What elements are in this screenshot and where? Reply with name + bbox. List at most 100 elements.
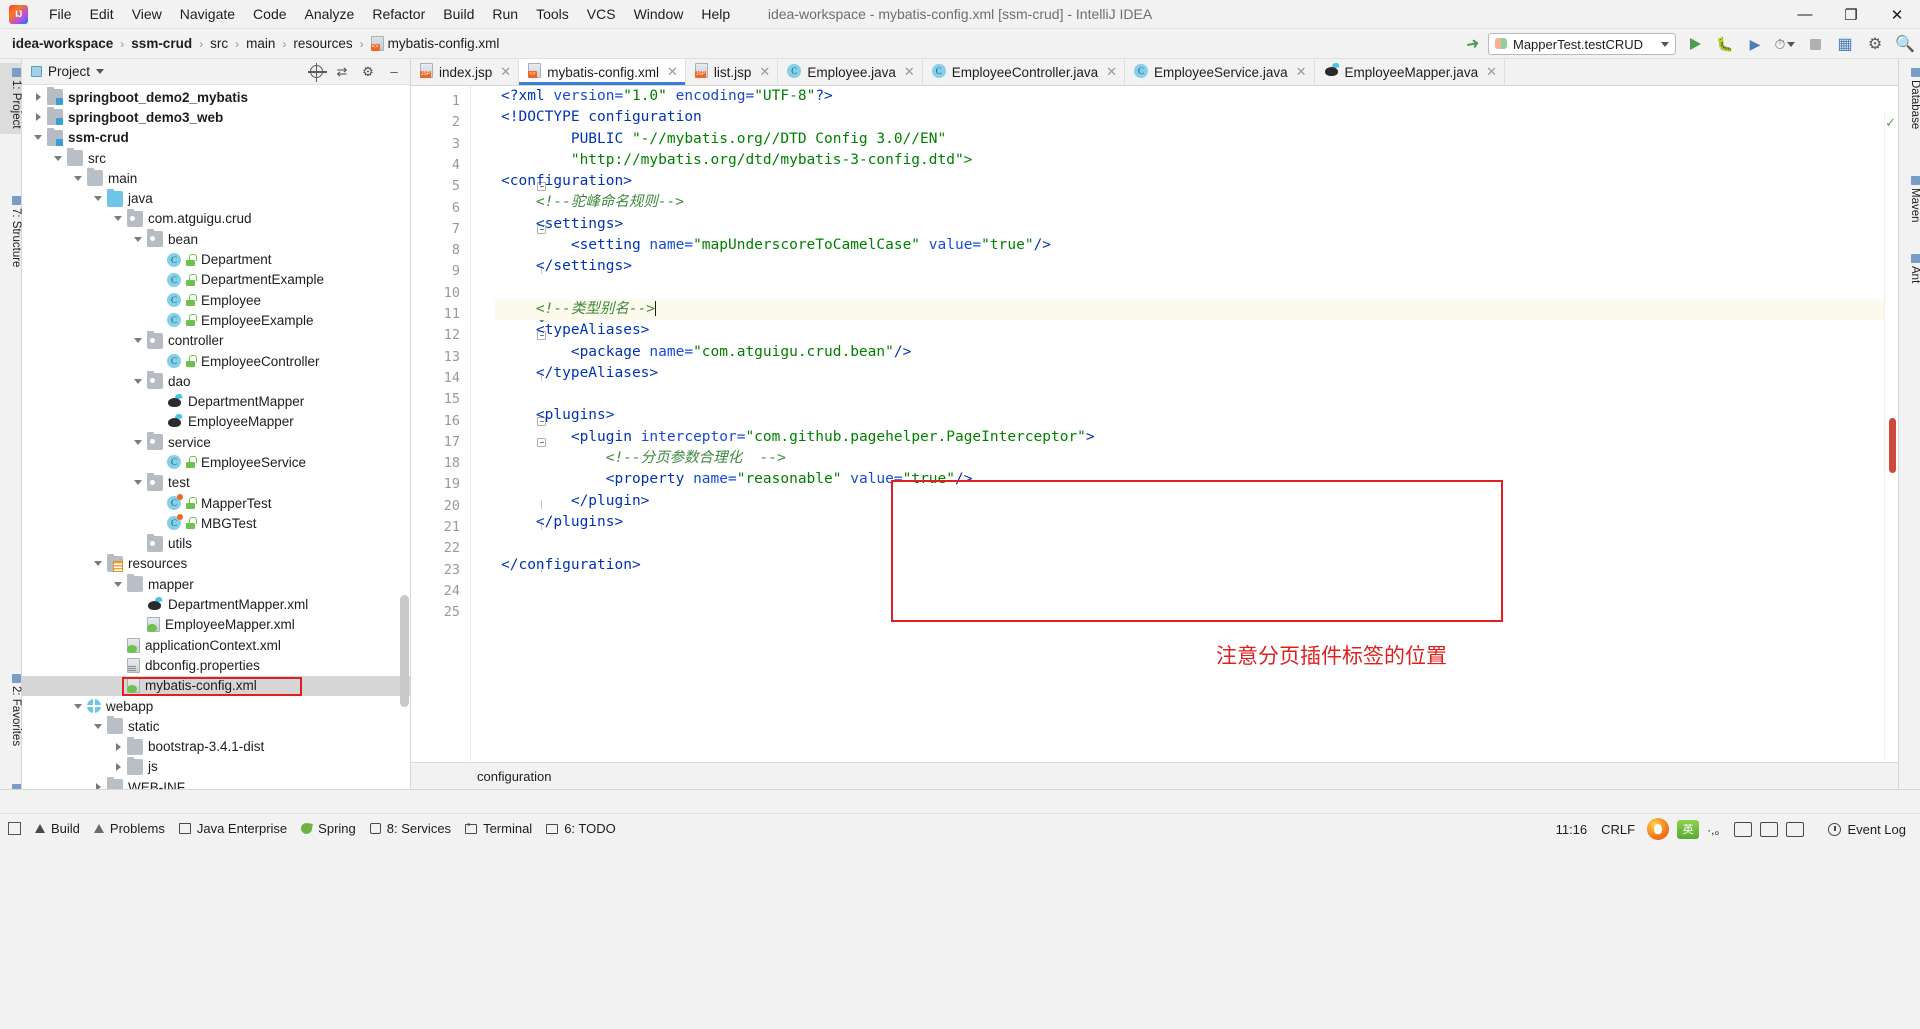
tool-window-button-database[interactable]: Database [1899,63,1920,134]
code-line-16[interactable]: <plugins> [495,405,1898,426]
project-scrollbar[interactable] [400,87,409,791]
gear-icon[interactable]: ⚙ [356,61,380,83]
tree-node-department[interactable]: Department [22,249,410,269]
chevron-right-icon[interactable] [112,760,125,773]
stop-icon[interactable] [1800,29,1830,59]
tool-window-button-2--favorites[interactable]: 2: Favorites [0,669,22,751]
tree-node-employeemapper[interactable]: EmployeeMapper [22,412,410,432]
minimize-button[interactable]: — [1782,0,1828,29]
tree-node-webapp[interactable]: webapp [22,696,410,716]
profile-icon[interactable]: ⏱ [1770,29,1800,59]
tree-node-dao[interactable]: dao [22,371,410,391]
menu-item-navigate[interactable]: Navigate [171,3,244,25]
chevron-down-icon[interactable] [92,557,105,570]
project-scrollbar-thumb[interactable] [400,595,409,707]
code-line-19[interactable]: <property name="reasonable" value="true"… [495,469,1898,490]
chevron-right-icon[interactable] [32,111,45,124]
tree-node-resources[interactable]: resources [22,553,410,574]
menu-item-refactor[interactable]: Refactor [363,3,434,25]
menu-item-vcs[interactable]: VCS [578,3,625,25]
breadcrumb-item-resources[interactable]: resources [289,34,356,53]
code-line-6[interactable]: <!--驼峰命名规则--> [495,192,1898,213]
fold-gutter[interactable]: 💡 [471,86,550,761]
menu-item-code[interactable]: Code [244,3,295,25]
tree-node-java[interactable]: java [22,188,410,208]
tree-node-ssm-crud[interactable]: ssm-crud [22,127,410,148]
editor-scrollbar-thumb[interactable] [1889,418,1896,473]
status-bar-6--todo[interactable]: 6: TODO [546,821,616,836]
status-bar-8--services[interactable]: 8: Services [369,821,451,836]
chevron-down-icon[interactable] [72,700,85,713]
tree-node-employeemapper-xml[interactable]: EmployeeMapper.xml [22,615,410,635]
tree-node-mappertest[interactable]: MapperTest [22,493,410,513]
menu-item-edit[interactable]: Edit [81,3,123,25]
tool-window-button-ant[interactable]: Ant [1899,249,1920,288]
editor-tab-employeemapper-java[interactable]: EmployeeMapper.java ✕ [1314,59,1505,85]
code-line-10[interactable] [495,278,1898,299]
code-line-14[interactable]: </typeAliases> [495,363,1898,384]
chevron-down-icon[interactable] [96,69,105,74]
code-line-20[interactable]: </plugin> [495,491,1898,512]
close-icon[interactable]: ✕ [904,64,915,80]
code-line-8[interactable]: <setting name="mapUnderscoreToCamelCase"… [495,235,1898,256]
code-line-2[interactable]: <!DOCTYPE configuration [495,107,1898,128]
tree-node-employeeservice[interactable]: EmployeeService [22,452,410,472]
tree-node-employee[interactable]: Employee [22,290,410,310]
status-bar-spring[interactable]: Spring [300,821,356,836]
code-line-3[interactable]: PUBLIC "-//mybatis.org//DTD Config 3.0//… [495,129,1898,150]
code-line-17[interactable]: <plugin interceptor="com.github.pagehelp… [495,427,1898,448]
chevron-down-icon[interactable] [132,436,145,449]
tree-node-springboot-demo2-mybatis[interactable]: springboot_demo2_mybatis [22,87,410,107]
code-line-15[interactable] [495,384,1898,405]
breadcrumb-item-idea-workspace[interactable]: idea-workspace [8,34,117,53]
menu-item-tools[interactable]: Tools [527,3,578,25]
tree-node-main[interactable]: main [22,168,410,188]
chevron-down-icon[interactable] [112,212,125,225]
ime-language-badge[interactable]: 英 [1677,819,1700,839]
run-with-coverage-icon[interactable]: ▶ [1740,29,1770,59]
chevron-right-icon[interactable] [32,91,45,104]
ime-keyboard-icon[interactable] [1734,821,1753,837]
project-tree[interactable]: springboot_demo2_mybatis springboot_demo3… [22,85,410,789]
maximize-button[interactable]: ❐ [1828,0,1874,29]
close-icon[interactable]: ✕ [1296,64,1307,80]
editor-tab-mybatis-config-xml[interactable]: mybatis-config.xml ✕ [519,59,686,85]
ime-indicator[interactable]: 英 ·,。 [1647,818,1805,840]
tool-window-button-maven[interactable]: Maven [1899,171,1920,228]
status-bar-build[interactable]: Build [35,821,80,836]
code-line-13[interactable]: <package name="com.atguigu.crud.bean"/> [495,342,1898,363]
menu-item-run[interactable]: Run [483,3,527,25]
tree-node-controller[interactable]: controller [22,330,410,351]
editor-tab-index-jsp[interactable]: index.jsp ✕ [411,59,520,85]
editor-tab-employee-java[interactable]: Employee.java ✕ [778,59,923,85]
menu-item-help[interactable]: Help [692,3,739,25]
menu-item-build[interactable]: Build [434,3,483,25]
chevron-right-icon[interactable] [92,781,105,789]
editor-marker-gutter[interactable]: ✓ [1884,113,1898,761]
menu-item-window[interactable]: Window [625,3,693,25]
menu-item-analyze[interactable]: Analyze [296,3,364,25]
code-line-23[interactable]: </configuration> [495,555,1898,576]
tree-node-bean[interactable]: bean [22,229,410,249]
chevron-down-icon[interactable] [132,334,145,347]
tree-node-js[interactable]: js [22,756,410,777]
tree-node-employeeexample[interactable]: EmployeeExample [22,310,410,330]
code-line-12[interactable]: <typeAliases> [495,320,1898,341]
code-line-21[interactable]: </plugins> [495,512,1898,533]
tree-node-dbconfig-properties[interactable]: dbconfig.properties [22,655,410,675]
code-line-5[interactable]: <configuration> [495,171,1898,192]
tool-window-button-1--project[interactable]: 1: Project [0,63,22,134]
collapse-all-icon[interactable]: ⇄ [330,61,354,83]
code-line-7[interactable]: <settings> [495,214,1898,235]
breadcrumb-item-mybatis-config-xml[interactable]: mybatis-config.xml [367,34,504,53]
tree-node-mybatis-config-xml[interactable]: mybatis-config.xml [22,675,410,696]
code-line-11[interactable]: <!--类型别名--> [495,298,1898,321]
tree-node-departmentexample[interactable]: DepartmentExample [22,270,410,290]
close-icon[interactable]: ✕ [1486,64,1497,80]
sogou-ime-icon[interactable] [1647,818,1670,840]
tree-node-departmentmapper[interactable]: DepartmentMapper [22,391,410,411]
tree-node-springboot-demo3-web[interactable]: springboot_demo3_web [22,107,410,127]
editor-tab-employeecontroller-java[interactable]: EmployeeController.java ✕ [922,59,1126,85]
tree-node-web-inf[interactable]: WEB-INF [22,777,410,789]
editor-tab-employeeservice-java[interactable]: EmployeeService.java ✕ [1125,59,1315,85]
